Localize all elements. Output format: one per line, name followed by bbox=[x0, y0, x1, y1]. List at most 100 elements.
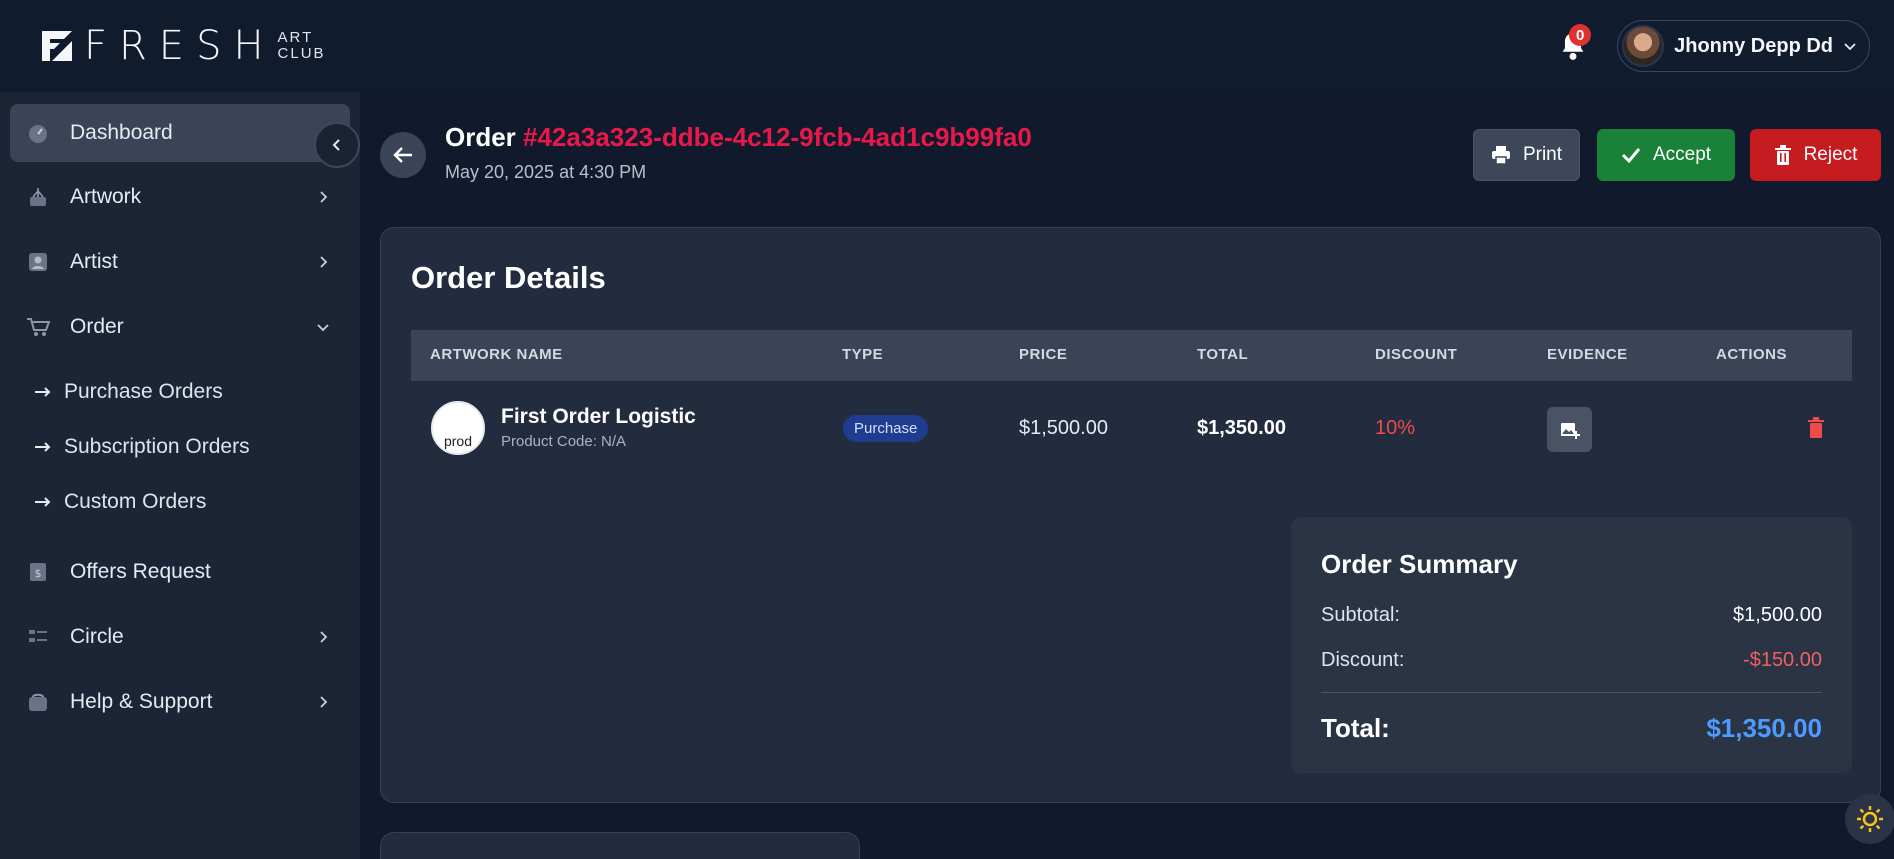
sidebar-item-artwork[interactable]: Artwork bbox=[10, 168, 350, 226]
sidebar-subitem-custom-orders[interactable]: Custom Orders bbox=[34, 482, 206, 522]
order-id: #42a3a323-ddbe-4c12-9fcb-4ad1c9b99fa0 bbox=[523, 122, 1032, 152]
order-details-card: Order Details ARTWORK NAME TYPE PRICE TO… bbox=[380, 227, 1881, 803]
total-value: $1,350.00 bbox=[1706, 713, 1822, 743]
chevron-down-icon bbox=[1844, 43, 1856, 51]
printer-icon bbox=[1491, 146, 1510, 165]
accept-button-label: Accept bbox=[1652, 144, 1712, 165]
main-content: Order #42a3a323-ddbe-4c12-9fcb-4ad1c9b99… bbox=[360, 92, 1894, 859]
user-icon bbox=[26, 250, 50, 274]
subtotal-label: Subtotal: bbox=[1321, 604, 1400, 626]
sidebar-collapse-button[interactable] bbox=[314, 122, 360, 168]
discount-label: Discount: bbox=[1321, 649, 1405, 671]
sidebar-subitem-subscription-orders[interactable]: Subscription Orders bbox=[34, 427, 250, 467]
subtotal-value: $1,500.00 bbox=[1733, 604, 1822, 626]
sidebar-item-help-support[interactable]: Help & Support bbox=[10, 673, 350, 731]
total-cell: $1,350.00 bbox=[1197, 417, 1286, 439]
trash-icon bbox=[1774, 145, 1791, 165]
offer-icon: $ bbox=[26, 560, 50, 584]
product-thumbnail: prod bbox=[431, 401, 485, 455]
sidebar-item-dashboard[interactable]: Dashboard bbox=[10, 104, 350, 162]
delete-row-button[interactable] bbox=[1807, 417, 1825, 444]
trash-icon bbox=[1808, 417, 1824, 438]
avatar bbox=[1622, 25, 1665, 67]
column-header-discount: DISCOUNT bbox=[1375, 346, 1458, 363]
arrow-left-icon bbox=[393, 147, 412, 163]
reject-button[interactable]: Reject bbox=[1750, 129, 1881, 181]
column-header-actions: ACTIONS bbox=[1716, 346, 1787, 363]
back-button[interactable] bbox=[380, 132, 426, 178]
svg-text:$: $ bbox=[35, 567, 42, 580]
header-actions: 0 Jhonny Depp Dd bbox=[1553, 20, 1870, 72]
discount-cell: 10% bbox=[1375, 417, 1416, 439]
chevron-right-icon bbox=[320, 256, 328, 268]
sidebar-subitem-label: Custom Orders bbox=[64, 490, 207, 513]
order-summary: Order Summary Subtotal: $1,500.00 Discou… bbox=[1291, 517, 1852, 773]
artwork-name: First Order Logistic bbox=[501, 405, 696, 428]
column-header-artwork-name: ARTWORK NAME bbox=[430, 346, 563, 363]
sidebar-item-label: Artist bbox=[70, 250, 118, 273]
top-header: FRESH ART CLUB 0 Jhonny Depp Dd bbox=[0, 0, 1894, 92]
sidebar: Dashboard Artwork Artist Order Purchase … bbox=[0, 92, 360, 859]
chevron-down-icon bbox=[317, 324, 329, 332]
sidebar-item-label: Help & Support bbox=[70, 690, 213, 713]
sidebar-subitem-label: Purchase Orders bbox=[64, 380, 223, 403]
arrow-right-icon bbox=[35, 442, 51, 452]
logo-mark-icon bbox=[42, 31, 72, 61]
print-button[interactable]: Print bbox=[1473, 129, 1580, 181]
sidebar-subitem-label: Subscription Orders bbox=[64, 435, 250, 458]
cart-icon bbox=[26, 315, 50, 339]
sidebar-item-offers-request[interactable]: $ Offers Request bbox=[10, 543, 350, 601]
discount-value: -$150.00 bbox=[1743, 649, 1822, 671]
product-code: Product Code: N/A bbox=[501, 433, 627, 450]
sun-icon bbox=[1857, 806, 1883, 832]
sidebar-item-artist[interactable]: Artist bbox=[10, 233, 350, 291]
product-thumbnail-alt: prod bbox=[443, 433, 473, 449]
order-title-prefix: Order bbox=[445, 122, 516, 152]
chevron-right-icon bbox=[320, 191, 328, 203]
check-icon bbox=[1621, 148, 1641, 163]
column-header-price: PRICE bbox=[1019, 346, 1068, 363]
chevron-right-icon bbox=[320, 631, 328, 643]
gauge-icon bbox=[26, 121, 50, 145]
support-icon bbox=[26, 690, 50, 714]
arrow-right-icon bbox=[35, 387, 51, 397]
secondary-card bbox=[380, 832, 860, 859]
sidebar-subitem-purchase-orders[interactable]: Purchase Orders bbox=[34, 372, 223, 412]
theme-toggle-button[interactable] bbox=[1845, 794, 1894, 844]
order-date: May 20, 2025 at 4:30 PM bbox=[445, 162, 647, 182]
arrow-right-icon bbox=[35, 497, 51, 507]
sidebar-item-circle[interactable]: Circle bbox=[10, 608, 350, 666]
column-header-type: TYPE bbox=[842, 346, 884, 363]
accept-button[interactable]: Accept bbox=[1597, 129, 1735, 181]
total-label: Total: bbox=[1321, 713, 1390, 743]
image-add-icon bbox=[1560, 422, 1580, 439]
brand-sub-bottom: CLUB bbox=[277, 45, 326, 62]
sidebar-item-label: Dashboard bbox=[70, 121, 173, 144]
notifications-button[interactable]: 0 bbox=[1553, 24, 1593, 66]
column-header-total: TOTAL bbox=[1197, 346, 1249, 363]
add-evidence-button[interactable] bbox=[1547, 407, 1592, 452]
order-summary-title: Order Summary bbox=[1321, 549, 1518, 579]
sidebar-item-label: Order bbox=[70, 315, 124, 338]
chevron-right-icon bbox=[320, 696, 328, 708]
sidebar-item-label: Artwork bbox=[70, 185, 142, 208]
summary-divider bbox=[1321, 692, 1822, 693]
notification-count-badge: 0 bbox=[1569, 24, 1592, 46]
brand-logo[interactable]: FRESH ART CLUB bbox=[40, 23, 326, 69]
price-cell: $1,500.00 bbox=[1019, 417, 1108, 439]
reject-button-label: Reject bbox=[1803, 144, 1858, 165]
table-row: prod First Order Logistic Product Code: … bbox=[411, 381, 1852, 477]
list-icon bbox=[26, 625, 50, 649]
chevron-left-icon bbox=[332, 139, 340, 151]
brand-sub: ART CLUB bbox=[278, 30, 326, 62]
brand-sub-top: ART bbox=[277, 29, 314, 46]
brand-name: FRESH bbox=[84, 23, 276, 69]
table-header: ARTWORK NAME TYPE PRICE TOTAL DISCOUNT E… bbox=[411, 330, 1852, 381]
print-button-label: Print bbox=[1522, 144, 1563, 165]
order-details-title: Order Details bbox=[411, 260, 606, 295]
sidebar-item-label: Offers Request bbox=[70, 560, 211, 583]
sidebar-item-label: Circle bbox=[70, 625, 124, 648]
user-menu-button[interactable]: Jhonny Depp Dd bbox=[1617, 20, 1870, 72]
sidebar-item-order[interactable]: Order bbox=[10, 298, 350, 356]
easel-icon bbox=[26, 185, 50, 209]
